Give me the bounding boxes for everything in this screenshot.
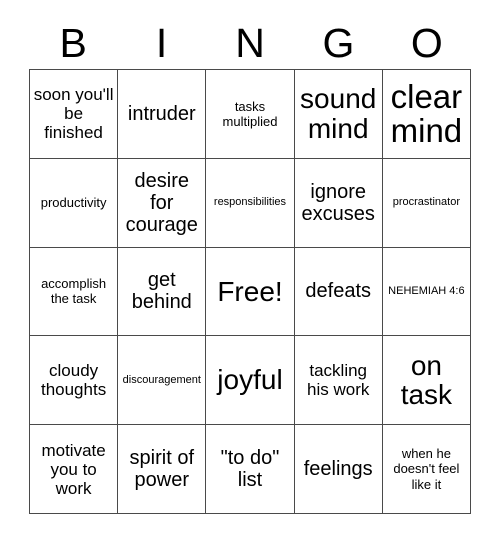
bingo-grid: soon you'll be finished intruder tasks mul… [29, 69, 471, 514]
bingo-cell-label: sound mind [300, 83, 377, 144]
bingo-cell[interactable]: get behind [118, 247, 207, 337]
bingo-cell[interactable]: intruder [118, 70, 207, 159]
bingo-free-space-cell[interactable]: Free! [206, 247, 295, 337]
bingo-cell[interactable]: procrastinator [382, 158, 471, 248]
bingo-cell-label: motivate you to work [41, 440, 106, 498]
bingo-header-letter-o: O [410, 19, 443, 66]
bingo-cell[interactable]: joyful [206, 336, 295, 426]
bingo-cell-label: NEHEMIAH 4:6 [388, 285, 465, 298]
bingo-cell-label: defeats [305, 280, 371, 303]
bingo-cell[interactable]: spirit of power [118, 425, 207, 514]
bingo-card: B I N G O soon you'll be finished intrude… [0, 0, 500, 544]
bingo-cell-label: cloudy thoughts [40, 361, 107, 400]
bingo-cell-label: tasks multiplied [222, 98, 278, 129]
bingo-cell-label: soon you'll be finished [33, 85, 114, 143]
bingo-cell-label: joyful [217, 364, 283, 396]
bingo-cell-label: accomplish the task [41, 276, 107, 307]
bingo-header-letter-i: I [155, 19, 168, 66]
bingo-cell[interactable]: ignore excuses [294, 158, 383, 248]
bingo-cell[interactable]: discouragement [118, 336, 207, 426]
bingo-cell[interactable]: "to do" list [206, 425, 295, 514]
bingo-cell[interactable]: soon you'll be finished [30, 70, 119, 159]
bingo-cell[interactable]: on task [382, 336, 471, 426]
bingo-cell-label: when he doesn't feel like it [393, 446, 460, 492]
bingo-cell-label: responsibilities [213, 196, 287, 209]
bingo-cell[interactable]: tackling his work [294, 336, 383, 426]
bingo-cell-label: discouragement [122, 373, 201, 386]
bingo-cell[interactable]: sound mind [294, 70, 383, 159]
bingo-cell-label: clear mind [390, 77, 463, 149]
bingo-cell[interactable]: responsibilities [206, 158, 295, 248]
bingo-cell-label: intruder [127, 102, 196, 125]
bingo-header-letter-b: B [59, 19, 87, 66]
bingo-cell[interactable]: clear mind [382, 70, 471, 159]
bingo-cell-label: procrastinator [392, 196, 461, 209]
bingo-cell-label: desire for courage [125, 169, 198, 236]
bingo-cell[interactable]: when he doesn't feel like it [382, 425, 471, 514]
bingo-cell-label: tackling his work [307, 361, 370, 400]
bingo-header-row: B I N G O [29, 18, 471, 68]
bingo-header-letter-n: N [235, 19, 265, 66]
bingo-cell-label: Free! [217, 275, 283, 307]
bingo-cell[interactable]: desire for courage [118, 158, 207, 248]
bingo-cell-label: feelings [303, 458, 373, 481]
bingo-cell[interactable]: defeats [294, 247, 383, 337]
bingo-cell[interactable]: motivate you to work [30, 425, 119, 514]
bingo-cell[interactable]: NEHEMIAH 4:6 [382, 247, 471, 337]
bingo-cell-label: get behind [131, 269, 192, 314]
bingo-header-letter-g: G [322, 19, 355, 66]
bingo-cell-label: on task [400, 349, 453, 411]
bingo-cell-label: ignore excuses [301, 180, 375, 225]
bingo-cell[interactable]: productivity [30, 158, 119, 248]
bingo-cell[interactable]: feelings [294, 425, 383, 514]
bingo-cell[interactable]: accomplish the task [30, 247, 119, 337]
bingo-cell-label: spirit of power [129, 447, 195, 492]
bingo-cell-label: productivity [40, 195, 107, 211]
bingo-cell[interactable]: cloudy thoughts [30, 336, 119, 426]
bingo-cell[interactable]: tasks multiplied [206, 70, 295, 159]
bingo-cell-label: "to do" list [220, 447, 280, 492]
